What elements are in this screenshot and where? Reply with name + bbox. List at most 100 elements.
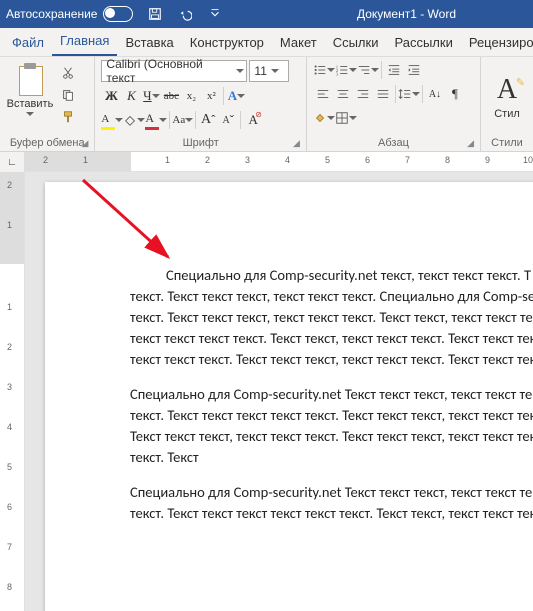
highlight-button[interactable]: A [101, 110, 123, 130]
chevron-down-icon [349, 114, 357, 122]
chevron-down-icon [412, 90, 420, 98]
copy-button[interactable] [58, 86, 78, 104]
tab-insert[interactable]: Вставка [117, 29, 181, 56]
ribbon: Вставить Буфер обмена◢ Calibri (Основной… [0, 57, 533, 152]
document-title: Документ1 - Word [357, 7, 456, 21]
italic-button[interactable]: К [121, 86, 141, 106]
text-effects-button[interactable]: A [226, 86, 246, 106]
ruler-horizontal[interactable]: ∟ 2 1 1 2 3 4 5 6 7 8 9 10 [0, 152, 533, 172]
chevron-down-icon [327, 66, 335, 74]
styles-button[interactable]: A✎ [497, 76, 517, 104]
font-fill-button[interactable] [123, 110, 145, 130]
multilevel-list-button[interactable] [357, 60, 379, 80]
bold-button[interactable]: Ж [101, 86, 121, 106]
tab-review[interactable]: Рецензирова [461, 29, 533, 56]
chevron-down-icon [236, 67, 244, 75]
chevron-down-icon [271, 67, 279, 75]
svg-text:3: 3 [336, 71, 339, 76]
tab-home[interactable]: Главная [52, 27, 117, 56]
dialog-launcher-icon[interactable]: ◢ [467, 138, 474, 149]
font-color-button[interactable]: A [145, 110, 167, 130]
group-paragraph: 123 A↓ ¶ Абзац◢ [307, 57, 481, 151]
chevron-down-icon [237, 92, 245, 100]
separator [223, 87, 224, 105]
autosave-control[interactable]: Автосохранение [6, 6, 133, 22]
subscript-button[interactable]: x₂ [181, 86, 201, 106]
separator [240, 111, 241, 129]
shrink-font-button[interactable]: Aˇ [218, 110, 238, 130]
group-label-paragraph: Абзац◢ [313, 135, 474, 151]
bullets-button[interactable] [313, 60, 335, 80]
chevron-down-icon[interactable] [26, 110, 34, 118]
format-painter-button[interactable] [58, 108, 78, 126]
autosave-toggle-icon[interactable] [103, 6, 133, 22]
sort-button[interactable]: A↓ [425, 84, 445, 104]
align-right-button[interactable] [353, 84, 373, 104]
clear-formatting-button[interactable]: A⊘ [243, 110, 263, 130]
ruler-vertical[interactable]: 2 1 1 2 3 4 5 6 7 8 [0, 172, 25, 611]
separator [422, 85, 423, 103]
underline-button[interactable]: Ч [141, 86, 161, 106]
strikethrough-button[interactable]: abc [161, 86, 181, 106]
group-label-font: Шрифт◢ [101, 135, 300, 151]
page-viewport[interactable]: Специально для Comp-security.net текст, … [25, 172, 533, 611]
decrease-indent-button[interactable] [384, 60, 404, 80]
save-button[interactable] [145, 5, 165, 23]
dialog-launcher-icon[interactable]: ◢ [81, 138, 88, 149]
qat-dropdown-icon[interactable] [205, 5, 225, 23]
page: Специально для Comp-security.net текст, … [45, 182, 533, 611]
grow-font-button[interactable]: Aˆ [198, 110, 218, 130]
show-marks-button[interactable]: ¶ [445, 84, 465, 104]
font-size-combo[interactable]: 11 [249, 60, 289, 82]
tab-design[interactable]: Конструктор [182, 29, 272, 56]
paragraph-3[interactable]: Специально для Comp-security.net Текст т… [130, 482, 533, 524]
autosave-label: Автосохранение [6, 7, 97, 21]
chevron-down-icon [371, 66, 379, 74]
justify-button[interactable] [373, 84, 393, 104]
separator [195, 111, 196, 129]
separator [169, 111, 170, 129]
group-label-styles: Стили [487, 135, 527, 151]
tab-layout[interactable]: Макет [272, 29, 325, 56]
tab-references[interactable]: Ссылки [325, 29, 387, 56]
group-label-clipboard: Буфер обмена◢ [6, 135, 88, 151]
separator [381, 61, 382, 79]
ribbon-tabs: Файл Главная Вставка Конструктор Макет С… [0, 28, 533, 57]
shading-button[interactable] [313, 108, 335, 128]
font-name-combo[interactable]: Calibri (Основной текст [101, 60, 247, 82]
paste-label: Вставить [7, 98, 54, 110]
paragraph-1[interactable]: Специально для Comp-security.net текст, … [130, 265, 533, 370]
undo-button[interactable] [175, 5, 195, 23]
chevron-down-icon [115, 116, 123, 124]
clipboard-icon [15, 62, 45, 96]
tab-mailings[interactable]: Рассылки [386, 29, 460, 56]
brush-icon: ✎ [516, 78, 525, 89]
numbering-button[interactable]: 123 [335, 60, 357, 80]
cut-button[interactable] [58, 64, 78, 82]
tab-file[interactable]: Файл [4, 29, 52, 56]
change-case-button[interactable]: Aa [172, 110, 193, 130]
paste-button[interactable]: Вставить [6, 60, 54, 118]
chevron-down-icon [159, 116, 167, 124]
document-body[interactable]: Специально для Comp-security.net текст, … [130, 265, 533, 538]
group-font: Calibri (Основной текст 11 Ж К Ч abc x₂ … [95, 57, 307, 151]
borders-button[interactable] [335, 108, 357, 128]
dialog-launcher-icon[interactable]: ◢ [293, 138, 300, 149]
chevron-down-icon [185, 116, 193, 124]
chevron-down-icon [152, 92, 160, 100]
tab-selector[interactable]: ∟ [0, 152, 25, 172]
paragraph-2[interactable]: Специально для Comp-security.net Текст т… [130, 384, 533, 468]
document-area: 2 1 1 2 3 4 5 6 7 8 Специально для Comp-… [0, 172, 533, 611]
line-spacing-button[interactable] [398, 84, 420, 104]
chevron-down-icon [349, 66, 357, 74]
chevron-down-icon [327, 114, 335, 122]
chevron-down-icon [137, 116, 145, 124]
align-center-button[interactable] [333, 84, 353, 104]
superscript-button[interactable]: x² [201, 86, 221, 106]
styles-label: Стил [494, 108, 520, 120]
increase-indent-button[interactable] [404, 60, 424, 80]
title-bar: Автосохранение Документ1 - Word [0, 0, 533, 28]
separator [395, 85, 396, 103]
group-styles: A✎ Стил Стили [481, 57, 533, 151]
align-left-button[interactable] [313, 84, 333, 104]
